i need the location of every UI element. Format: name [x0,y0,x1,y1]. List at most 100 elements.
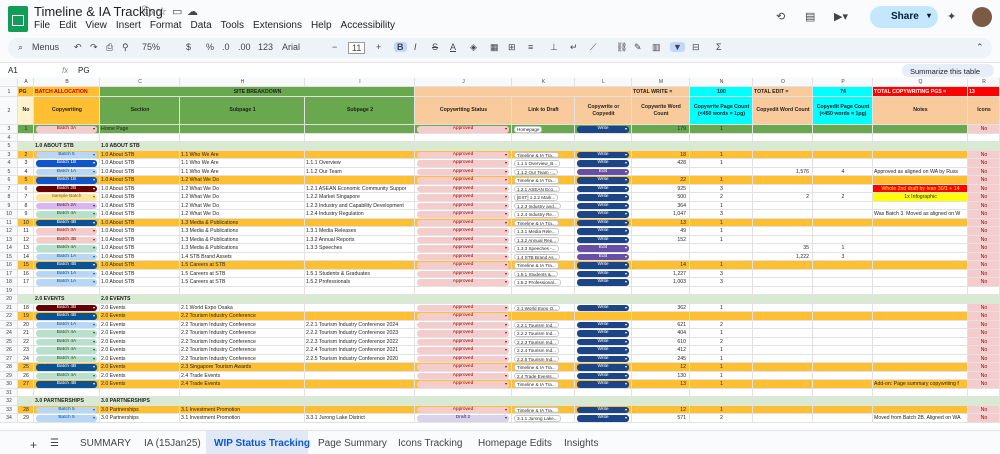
cell-k[interactable]: Timeline & IA Tra... [512,380,575,389]
status-dropdown[interactable]: Approved [417,304,509,311]
row-number[interactable]: 32 [0,397,18,406]
cell-k[interactable]: 1.2.4 Industry Re... [512,210,575,219]
batch-dropdown[interactable]: Batch 4A [36,347,97,354]
cell-b[interactable]: Batch 4B [34,261,100,270]
cell-l[interactable]: Write [575,193,632,202]
batch-dropdown[interactable]: Batch 4A [36,330,97,337]
status-dropdown[interactable]: Approved [417,219,509,226]
batch-dropdown[interactable]: Batch 1A [36,321,97,328]
write-edit-dropdown[interactable]: Write [577,279,629,286]
row-number[interactable]: 16 [0,261,18,270]
write-edit-dropdown[interactable]: Write [577,211,629,218]
write-edit-dropdown[interactable]: Write [577,194,629,201]
cell-k[interactable]: 2.2.5 Tourism Ind... [512,354,575,363]
row-number[interactable]: 9 [0,201,18,210]
cell-b[interactable]: Batch 4A [34,244,100,253]
merge-cells-icon[interactable]: ⊞ [508,42,516,53]
horizontal-align-icon[interactable]: ≡ [528,42,533,52]
cell-j[interactable]: Approved [415,278,512,287]
move-folder-icon[interactable]: ▭ [172,5,182,18]
row-number[interactable]: 7 [0,184,18,193]
cell-k[interactable]: 1.5.2 Professional... [512,278,575,287]
filter-icon[interactable]: ▼ [670,42,685,52]
row-number[interactable]: 31 [0,388,18,397]
batch-dropdown[interactable]: Batch 5 [36,415,97,422]
write-edit-dropdown[interactable]: Write [577,338,629,345]
file-link-chip[interactable]: 2.2.4 Tourism Ind... [514,347,559,354]
cell-b[interactable]: Batch 1B [34,159,100,168]
cell-l[interactable]: Write [575,176,632,185]
status-dropdown[interactable]: Approved [417,338,509,345]
vertical-align-icon[interactable]: ⊥ [550,42,558,53]
menu-tools[interactable]: Tools [221,20,244,31]
batch-dropdown[interactable]: Batch 4A [36,372,97,379]
file-link-chip[interactable]: 1.3.1 Media Rele... [514,228,559,235]
cell-l[interactable]: Write [575,210,632,219]
write-edit-dropdown[interactable]: Write [577,364,629,371]
cell-b[interactable]: Batch 5 [34,405,100,414]
cell-l[interactable]: Write [575,320,632,329]
file-link-chip[interactable]: Timeline & IA Tra... [514,219,559,226]
column-header[interactable]: A [18,78,34,87]
cell-b[interactable]: Batch 1A [34,252,100,261]
row-number[interactable]: 17 [0,269,18,278]
insert-comment-icon[interactable]: ✎ [634,42,642,53]
text-color-icon[interactable]: A [450,42,456,52]
decrease-font-size-icon[interactable]: − [332,42,337,52]
cell-k[interactable]: Timeline & IA Tra... [512,176,575,185]
cell-j[interactable]: Approved [415,363,512,372]
cell-b[interactable]: Batch 1B [34,176,100,185]
cell-j[interactable]: Approved [415,201,512,210]
status-dropdown[interactable]: Approved [417,372,509,379]
tab-summary[interactable]: SUMMARY [80,438,131,449]
column-header[interactable]: L [575,78,632,87]
column-header[interactable]: B [34,78,100,87]
cell-k[interactable]: 2.2.4 Tourism Ind... [512,346,575,355]
write-edit-dropdown[interactable]: Write [577,228,629,235]
row-number[interactable]: 22 [0,312,18,321]
cell-b[interactable]: Batch 2A [34,201,100,210]
cell-j[interactable]: Approved [415,176,512,185]
write-edit-dropdown[interactable]: Write [577,151,629,158]
row-number[interactable]: 5 [0,167,18,176]
cell-k[interactable] [512,312,575,321]
cell-b[interactable]: Batch 1A [34,269,100,278]
file-link-chip[interactable]: 1.5.1 Students &... [514,270,558,277]
menu-accessibility[interactable]: Accessibility [341,20,395,31]
row-number[interactable]: 20 [0,295,18,304]
file-link-chip[interactable]: Timeline & IA Tra... [514,151,559,158]
status-dropdown[interactable]: Approved [417,202,509,209]
cell-b[interactable]: Batch 5 [34,150,100,159]
file-link-chip[interactable]: 1.3.2 Annual Rep... [514,236,560,243]
cell-k[interactable]: 1.1.2 Our Team -... [512,167,575,176]
row-number[interactable]: 3 [0,150,18,159]
paint-format-icon[interactable]: ⚲ [122,42,129,53]
cell-l[interactable]: Write [575,371,632,380]
row-number[interactable]: 5 [0,142,18,151]
cell-k[interactable]: Timeline & IA Tra... [512,261,575,270]
write-edit-dropdown[interactable]: Write [577,160,629,167]
status-dropdown[interactable]: Approved [417,270,509,277]
cell-j[interactable]: Approved [415,218,512,227]
batch-dropdown[interactable]: Batch 1B [36,160,97,167]
column-header[interactable]: C [100,78,180,87]
tab-wip-status-tracking[interactable]: WIP Status Tracking [214,438,310,449]
batch-dropdown[interactable]: Batch 4A [36,338,97,345]
cell-l[interactable]: Write [575,363,632,372]
column-header[interactable]: H [180,78,305,87]
bold-icon[interactable]: B [394,42,407,52]
cell-j[interactable]: Approved [415,150,512,159]
status-dropdown[interactable]: Approved [417,245,509,252]
file-link-chip[interactable]: 3.1.1 Jurong Lake... [514,415,561,422]
cell-j[interactable]: Approved [415,354,512,363]
column-header[interactable]: R [968,78,1000,87]
avatar[interactable] [972,7,992,27]
tab-page-summary[interactable]: Page Summary [318,438,387,449]
cell-b[interactable]: Batch 4B [34,363,100,372]
row-number[interactable]: 14 [0,244,18,253]
write-edit-dropdown[interactable]: Write [577,304,629,311]
cell-b[interactable]: Batch 5 [34,414,100,423]
cell-j[interactable]: Approved [415,227,512,236]
cell-l[interactable]: Write [575,159,632,168]
status-dropdown[interactable]: Approved [417,236,509,243]
